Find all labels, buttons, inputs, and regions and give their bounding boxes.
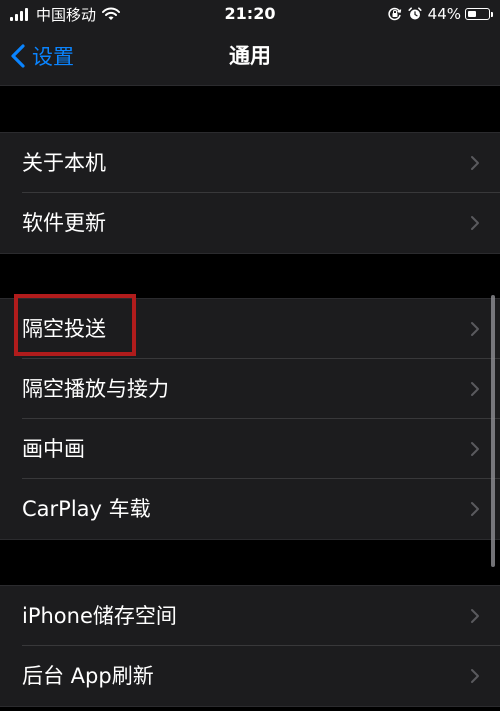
chevron-right-icon xyxy=(471,502,479,516)
list-item-label: iPhone储存空间 xyxy=(22,604,177,628)
status-right: 44% xyxy=(388,4,493,24)
list-item-label: 隔空投送 xyxy=(22,317,106,341)
list-item-about[interactable]: 关于本机 xyxy=(0,133,500,193)
battery-icon xyxy=(465,8,493,20)
page-title: 通用 xyxy=(229,44,271,68)
list-item-airdrop[interactable]: 隔空投送 xyxy=(0,299,500,359)
list-item-background-app-refresh[interactable]: 后台 App刷新 xyxy=(0,646,500,706)
list-item-label: 后台 App刷新 xyxy=(22,664,154,688)
list-item-picture-in-picture[interactable]: 画中画 xyxy=(0,419,500,479)
list-item-carplay[interactable]: CarPlay 车载 xyxy=(0,479,500,539)
status-bar: 中国移动 21:20 44% xyxy=(0,0,500,28)
orientation-lock-icon xyxy=(388,7,401,21)
chevron-right-icon xyxy=(471,322,479,336)
list-item-software-update[interactable]: 软件更新 xyxy=(0,193,500,253)
nav-bar: 设置 通用 xyxy=(0,28,500,86)
list-item-label: 画中画 xyxy=(22,437,85,461)
list-item-label: 软件更新 xyxy=(22,211,106,235)
chevron-right-icon xyxy=(471,669,479,683)
list-item-label: 隔空播放与接力 xyxy=(22,377,169,401)
chevron-right-icon xyxy=(471,156,479,170)
battery-percent: 44% xyxy=(427,5,461,23)
list-item-iphone-storage[interactable]: iPhone储存空间 xyxy=(0,586,500,646)
chevron-right-icon xyxy=(471,382,479,396)
list-item-airplay-handoff[interactable]: 隔空播放与接力 xyxy=(0,359,500,419)
chevron-right-icon xyxy=(471,442,479,456)
list-item-label: 关于本机 xyxy=(22,151,106,175)
chevron-right-icon xyxy=(471,609,479,623)
settings-group-about: 关于本机 软件更新 xyxy=(0,132,500,254)
battery-fill xyxy=(468,11,476,17)
alarm-icon xyxy=(408,7,422,20)
settings-group-continuity: 隔空投送 隔空播放与接力 画中画 CarPlay 车载 xyxy=(0,298,500,540)
battery-tip xyxy=(491,12,493,17)
list-item-label: CarPlay 车载 xyxy=(22,497,151,521)
chevron-right-icon xyxy=(471,216,479,230)
settings-group-storage: iPhone储存空间 后台 App刷新 xyxy=(0,585,500,707)
scroll-indicator[interactable] xyxy=(491,295,495,567)
